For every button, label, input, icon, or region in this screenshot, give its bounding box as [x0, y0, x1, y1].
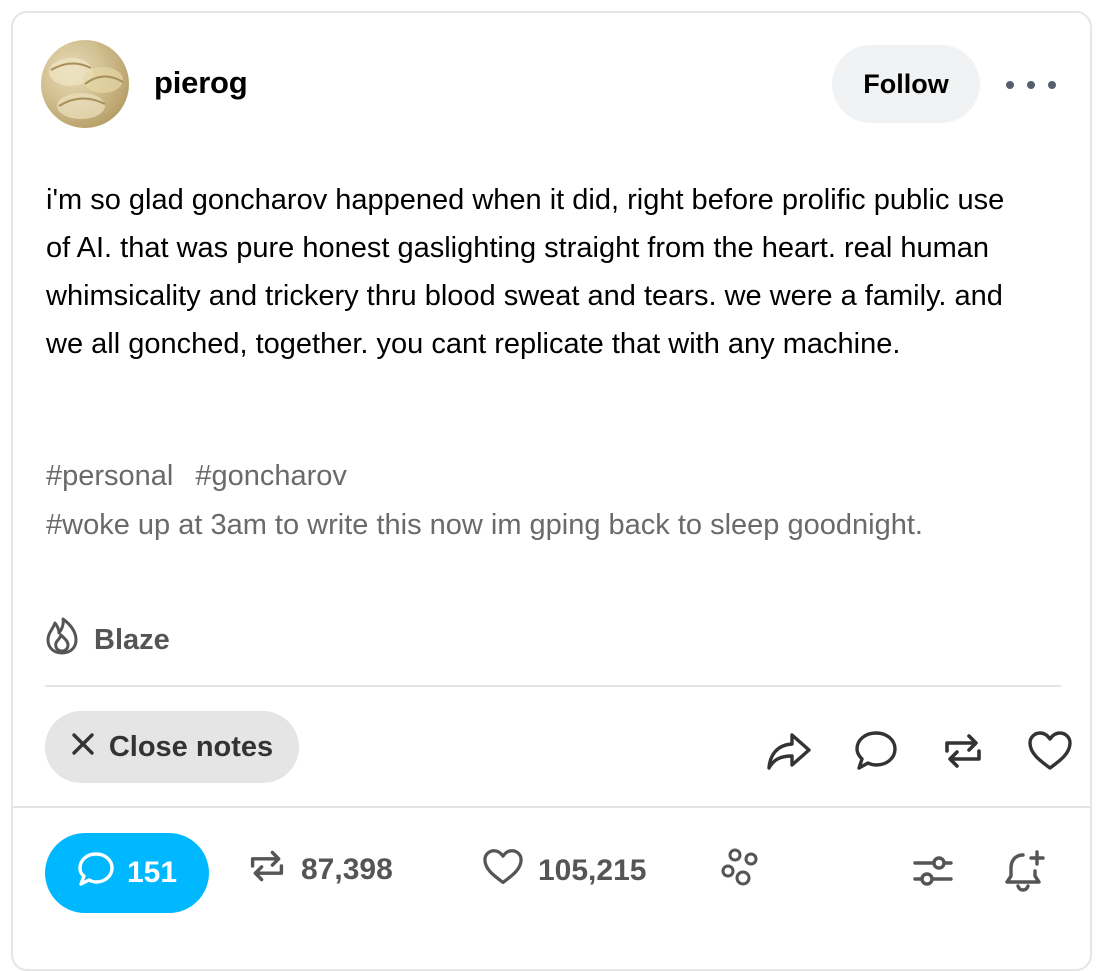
- likes-tab[interactable]: 105,215: [482, 848, 646, 894]
- post-card: pierog Follow i'm so glad goncharov happ…: [11, 11, 1092, 971]
- replies-tab[interactable]: 151: [45, 833, 209, 913]
- blaze-button[interactable]: Blaze: [44, 617, 170, 663]
- blaze-label: Blaze: [94, 623, 170, 656]
- tag-link[interactable]: #personal: [46, 460, 173, 492]
- reblogs-count: 87,398: [301, 853, 393, 886]
- divider: [45, 685, 1061, 687]
- reply-icon[interactable]: [848, 723, 904, 779]
- avatar[interactable]: [41, 40, 129, 128]
- tag-list: #personal #goncharov #woke up at 3am to w…: [46, 452, 1066, 550]
- replies-count: 151: [126, 856, 178, 889]
- reply-icon: [77, 851, 115, 895]
- close-notes-label: Close notes: [108, 730, 274, 763]
- close-icon: [71, 731, 95, 764]
- flame-icon: [44, 617, 80, 663]
- username[interactable]: pierog: [154, 65, 248, 101]
- filter-settings-icon[interactable]: [911, 851, 955, 896]
- post-actions: [761, 723, 1078, 779]
- dot-icon: [1048, 81, 1056, 89]
- tag-link[interactable]: #woke up at 3am to write this now im gpi…: [46, 509, 923, 541]
- like-icon: [482, 848, 524, 894]
- reblog-icon: [247, 848, 287, 892]
- dot-icon: [1006, 81, 1014, 89]
- like-icon[interactable]: [1022, 723, 1078, 779]
- post-body: i'm so glad goncharov happened when it d…: [46, 184, 1005, 360]
- community-icon[interactable]: [719, 848, 763, 888]
- follow-button[interactable]: Follow: [832, 45, 980, 123]
- more-options-button[interactable]: [1006, 73, 1056, 97]
- reblog-icon[interactable]: [935, 723, 991, 779]
- tag-link[interactable]: #goncharov: [195, 460, 347, 492]
- divider: [13, 806, 1090, 808]
- share-icon[interactable]: [761, 723, 817, 779]
- reblogs-tab[interactable]: 87,398: [247, 848, 393, 892]
- likes-count: 105,215: [538, 854, 647, 887]
- dot-icon: [1027, 81, 1035, 89]
- close-notes-button[interactable]: Close notes: [45, 711, 299, 783]
- bell-add-icon[interactable]: [1003, 849, 1049, 898]
